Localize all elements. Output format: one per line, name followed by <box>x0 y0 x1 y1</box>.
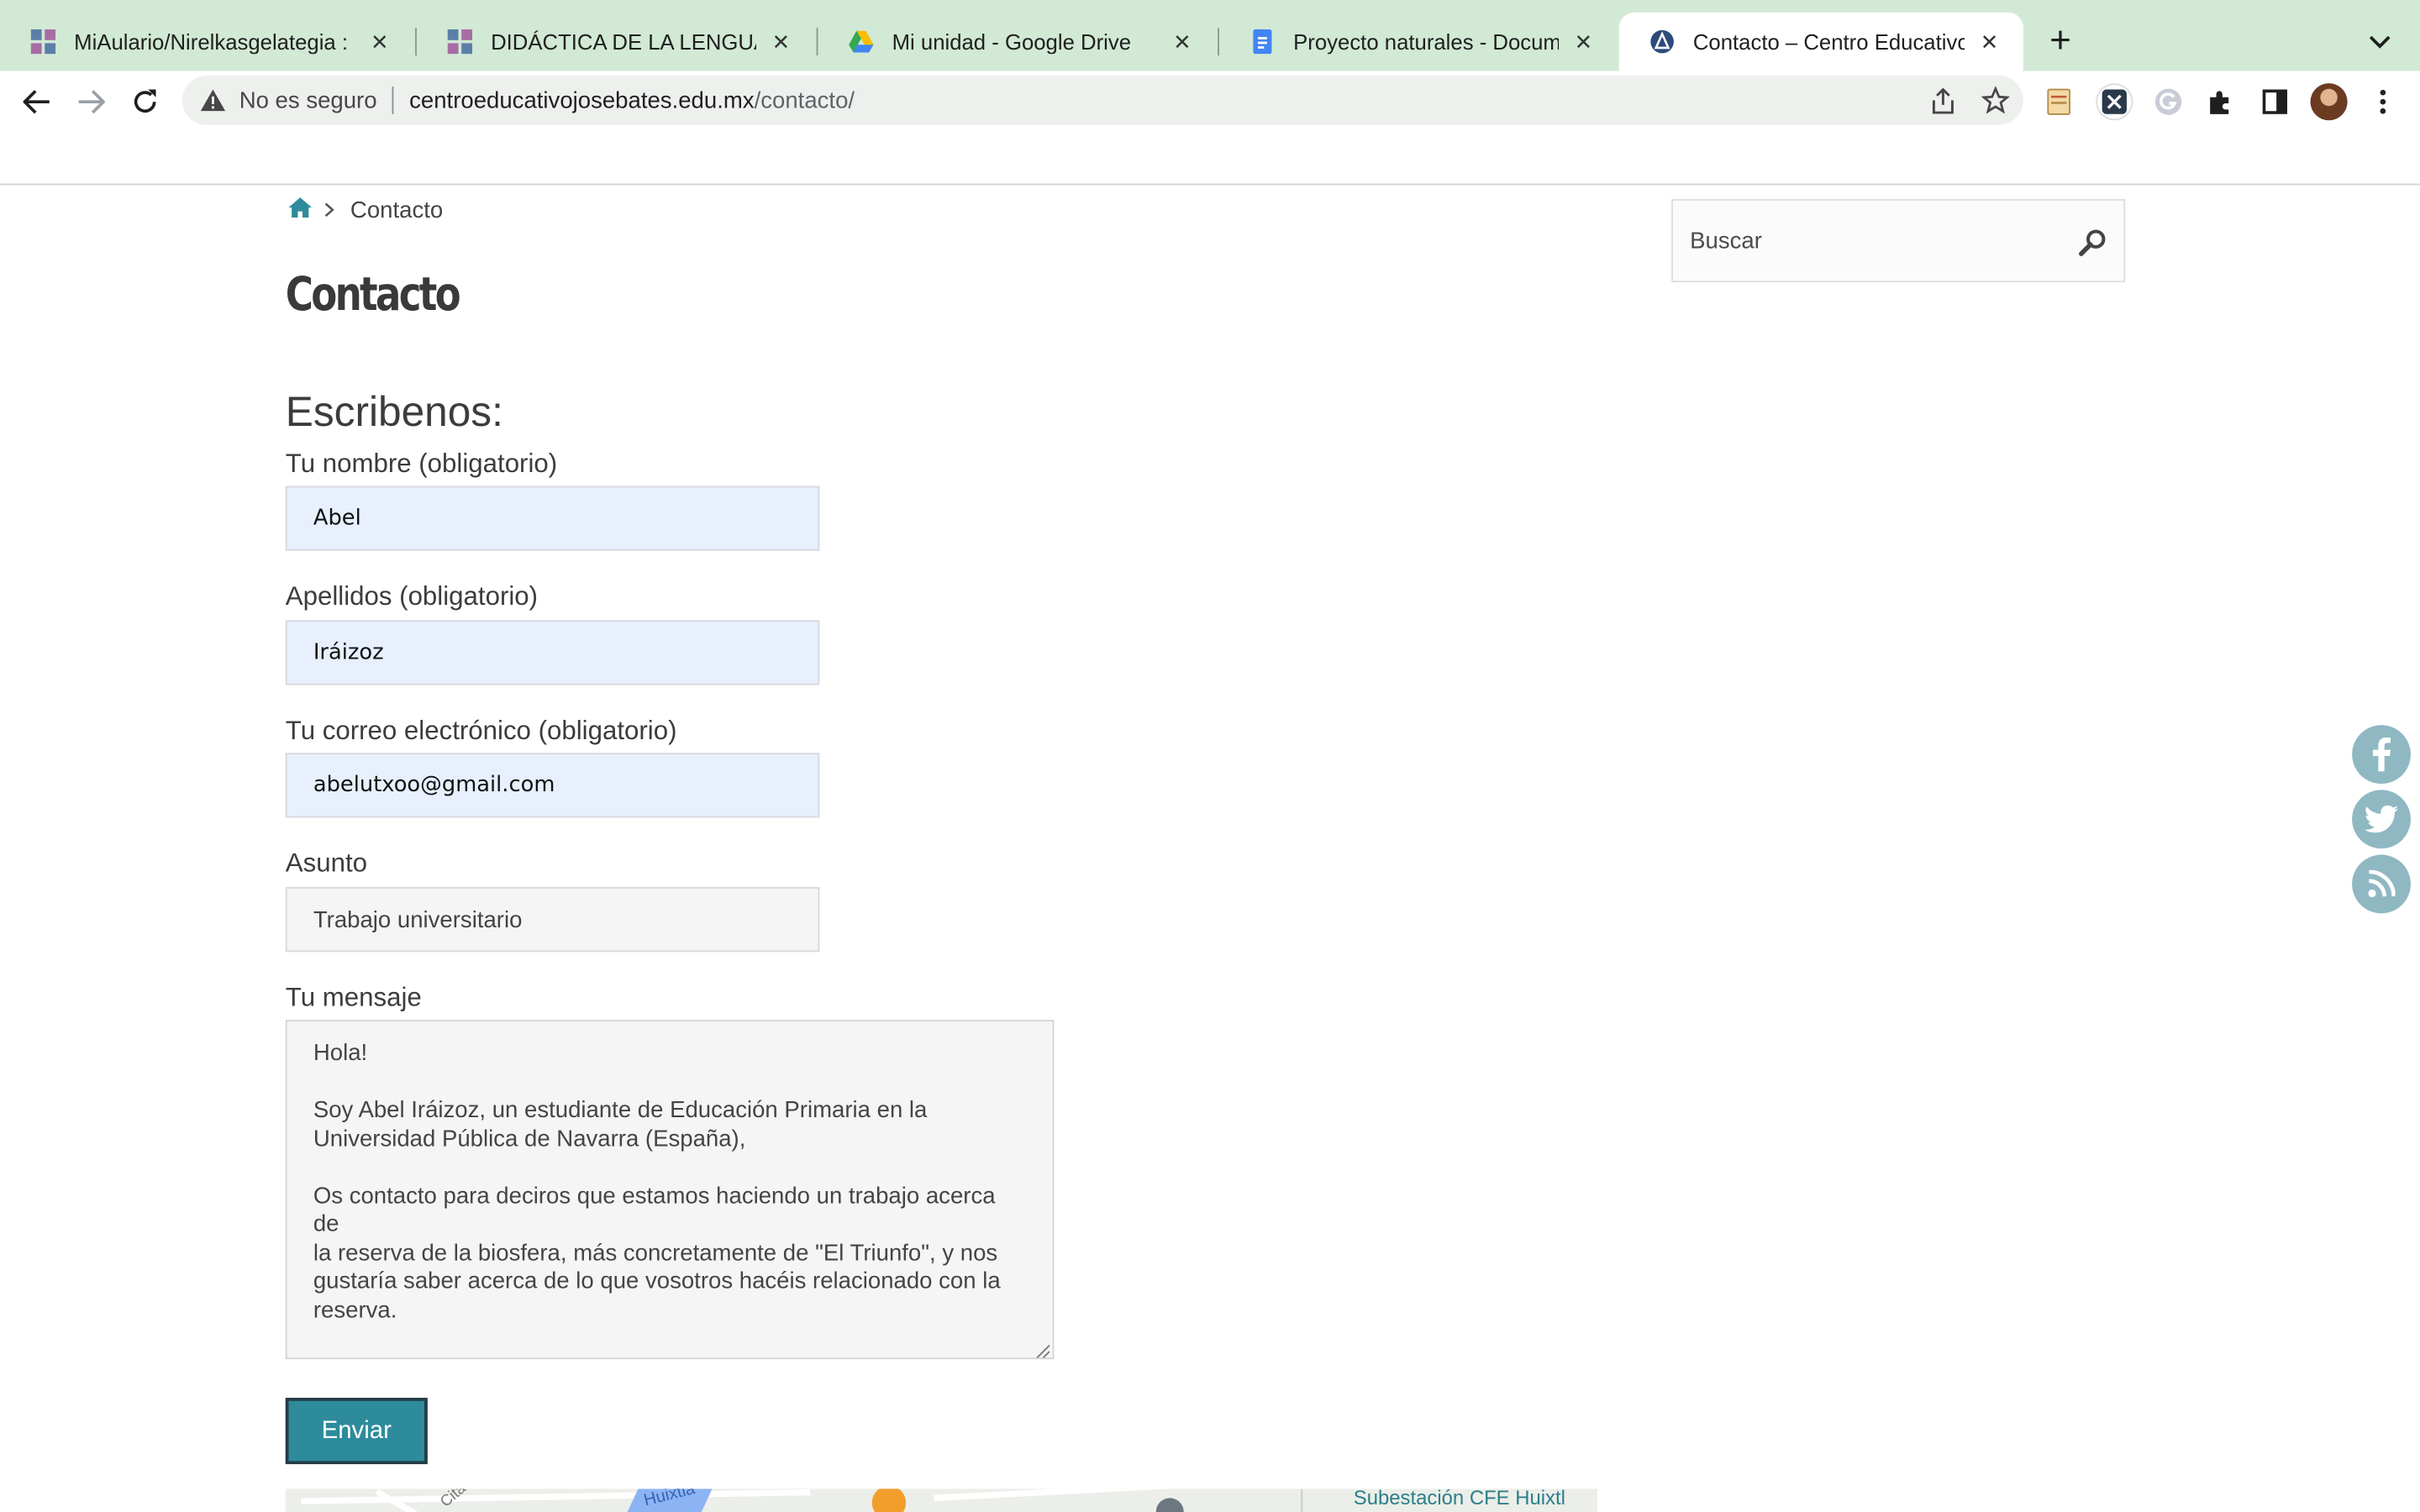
name-label: Tu nombre (obligatorio) <box>285 449 558 479</box>
new-tab-button[interactable]: + <box>2040 22 2081 62</box>
tab-miaulario[interactable]: MiAulario/Nirelkasgelategia : 2 ✕ <box>0 13 413 71</box>
search-input[interactable] <box>1690 227 2060 255</box>
tab-title: Contacto – Centro Educativo Jo <box>1692 29 1965 55</box>
email-field[interactable] <box>285 753 820 818</box>
resize-handle-icon[interactable] <box>1034 1339 1051 1358</box>
email-label: Tu correo electrónico (obligatorio) <box>285 716 677 746</box>
tab-didactica[interactable]: DIDÁCTICA DE LA LENGUA ✕ <box>417 13 815 71</box>
tab-title: MiAulario/Nirelkasgelategia : 2 <box>74 29 355 55</box>
chevron-right-icon <box>324 197 335 223</box>
tab-title: DIDÁCTICA DE LA LENGUA <box>491 29 756 55</box>
subject-label: Asunto <box>285 848 368 879</box>
facebook-icon[interactable] <box>2352 725 2411 785</box>
close-icon[interactable]: ✕ <box>1977 29 2002 54</box>
profile-avatar[interactable] <box>2310 83 2348 121</box>
puzzle-icon[interactable] <box>2204 85 2238 118</box>
tab-proyecto-naturales[interactable]: Proyecto naturales - Document ✕ <box>1219 13 1618 71</box>
notes-extension-icon[interactable] <box>2042 85 2075 118</box>
search-box <box>1671 198 2126 283</box>
tab-contacto[interactable]: Contacto – Centro Educativo Jo ✕ <box>1618 12 2023 71</box>
twitter-icon[interactable] <box>2352 790 2411 849</box>
restaurant-pin-icon[interactable] <box>871 1488 907 1512</box>
page-title: Contacto <box>285 268 461 323</box>
submit-button[interactable]: Enviar <box>285 1398 428 1465</box>
close-icon[interactable]: ✕ <box>367 29 392 54</box>
url-path: /contacto/ <box>754 87 855 113</box>
address-bar[interactable]: No es seguro centroeducativojosebates.ed… <box>182 75 2023 125</box>
info-pin-icon[interactable] <box>1155 1498 1184 1512</box>
rss-icon[interactable] <box>2352 854 2411 914</box>
message-label: Tu mensaje <box>285 982 422 1012</box>
close-icon[interactable]: ✕ <box>1170 29 1194 54</box>
menu-dots-icon[interactable] <box>2367 85 2398 118</box>
site-favicon-icon <box>1649 29 1674 54</box>
x-extension-icon[interactable] <box>2097 85 2132 119</box>
tab-google-drive[interactable]: Mi unidad - Google Drive ✕ <box>818 13 1216 71</box>
security-label[interactable]: No es seguro <box>239 87 377 113</box>
drive-favicon-icon <box>849 29 874 54</box>
reload-button[interactable] <box>124 81 166 123</box>
name-field[interactable] <box>285 486 820 551</box>
browser-window: MiAulario/Nirelkasgelategia : 2 ✕ DIDÁCT… <box>0 0 2420 1512</box>
url-host: centroeducativojosebates.edu.mx <box>409 87 755 113</box>
message-textarea[interactable]: Hola! Soy Abel Iráizoz, un estudiante de… <box>285 1020 1055 1360</box>
tab-strip: MiAulario/Nirelkasgelategia : 2 ✕ DIDÁCT… <box>0 0 2420 71</box>
docs-favicon-icon <box>1250 29 1275 55</box>
grid-favicon-icon <box>30 29 56 55</box>
home-icon[interactable] <box>288 197 313 223</box>
grammarly-icon[interactable] <box>2151 85 2185 118</box>
search-icon[interactable] <box>2077 227 2108 258</box>
side-panel-icon[interactable] <box>2258 85 2291 118</box>
map-place-label[interactable]: Subestación CFE Huixtl <box>1354 1488 1565 1509</box>
close-icon[interactable]: ✕ <box>1571 29 1596 54</box>
warning-icon[interactable] <box>200 88 226 113</box>
chevron-down-icon[interactable] <box>2361 24 2398 58</box>
share-icon[interactable] <box>1928 85 1959 116</box>
star-icon[interactable] <box>1980 85 2011 116</box>
tab-title: Proyecto naturales - Document <box>1293 29 1559 55</box>
map-embed[interactable]: Cita Huixtla Subestación CFE Huixtl <box>285 1488 1597 1512</box>
forward-button[interactable] <box>70 81 113 123</box>
grid-favicon-icon <box>447 29 473 55</box>
subject-field[interactable] <box>285 887 820 953</box>
browser-toolbar: No es seguro centroeducativojosebates.ed… <box>0 71 2420 133</box>
surname-label: Apellidos (obligatorio) <box>285 581 539 612</box>
breadcrumb: Contacto <box>288 194 443 225</box>
surname-field[interactable] <box>285 620 820 685</box>
form-heading: Escribenos: <box>285 388 503 435</box>
close-icon[interactable]: ✕ <box>769 29 793 54</box>
back-button[interactable] <box>15 81 58 123</box>
breadcrumb-current: Contacto <box>350 197 444 223</box>
tab-title: Mi unidad - Google Drive <box>892 29 1132 55</box>
